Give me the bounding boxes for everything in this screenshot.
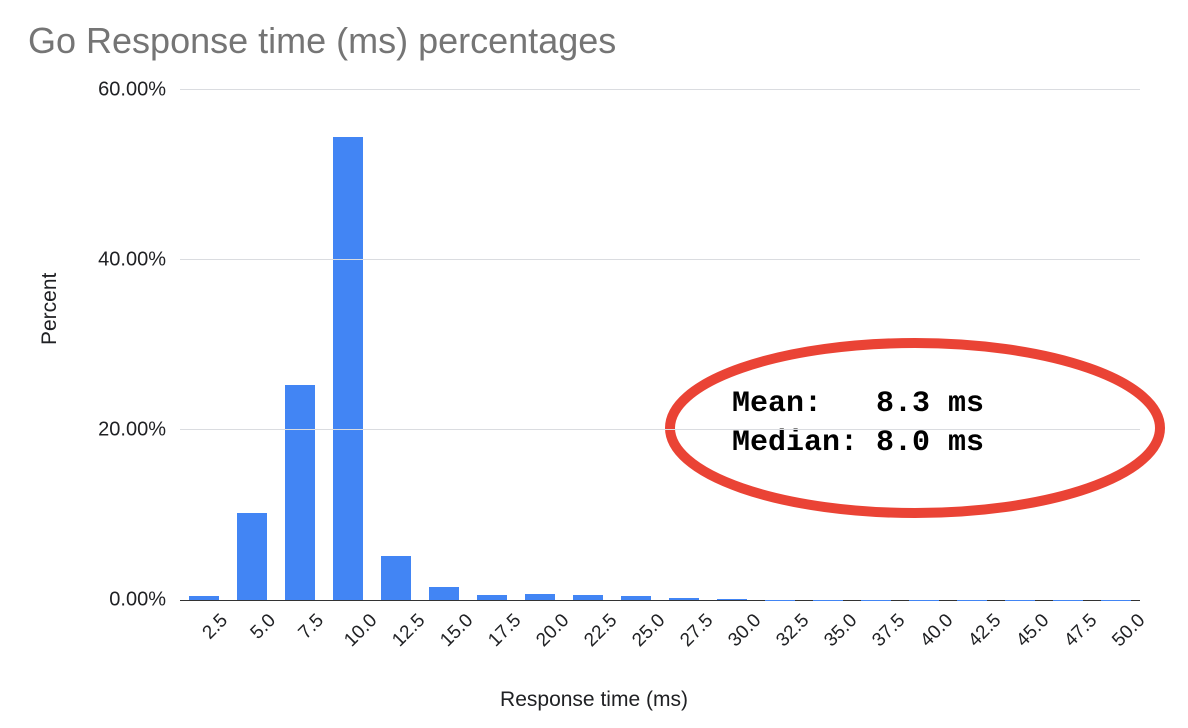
bars-group <box>180 90 1140 600</box>
x-label-slot: 35.0 <box>804 604 852 674</box>
bar-slot <box>756 90 804 600</box>
y-tick-label: 60.00% <box>98 79 166 102</box>
bar <box>333 137 364 600</box>
y-tick-label: 0.00% <box>109 589 166 612</box>
bar-slot <box>180 90 228 600</box>
x-tick-label: 50.0 <box>1108 610 1150 652</box>
chart-container: Go Response time (ms) percentages Mean: … <box>0 0 1188 728</box>
bar-slot <box>516 90 564 600</box>
gridline <box>180 429 1140 430</box>
x-label-slot: 5.0 <box>228 604 276 674</box>
x-label-slot: 17.5 <box>468 604 516 674</box>
bar <box>237 513 268 600</box>
bar <box>573 595 604 600</box>
gridline <box>180 259 1140 260</box>
bar-slot <box>900 90 948 600</box>
x-label-slot: 37.5 <box>852 604 900 674</box>
bar-slot <box>1092 90 1140 600</box>
chart-title: Go Response time (ms) percentages <box>28 20 616 62</box>
x-tick-labels: 2.55.07.510.012.515.017.520.022.525.027.… <box>180 604 1140 674</box>
x-label-slot: 32.5 <box>756 604 804 674</box>
x-label-slot: 40.0 <box>900 604 948 674</box>
bar <box>381 556 412 600</box>
x-label-slot: 27.5 <box>660 604 708 674</box>
x-label-slot: 12.5 <box>372 604 420 674</box>
bar-slot <box>804 90 852 600</box>
bar-slot <box>324 90 372 600</box>
bar-slot <box>1044 90 1092 600</box>
plot-area: Mean: 8.3 ms Median: 8.0 ms 0.00%20.00%4… <box>180 90 1140 601</box>
x-label-slot: 20.0 <box>516 604 564 674</box>
x-label-slot: 47.5 <box>1044 604 1092 674</box>
bar-slot <box>996 90 1044 600</box>
bar <box>189 596 220 600</box>
bar-slot <box>276 90 324 600</box>
y-axis-title: Percent <box>38 273 62 345</box>
bar-slot <box>660 90 708 600</box>
bar-slot <box>852 90 900 600</box>
bar-slot <box>468 90 516 600</box>
bar-slot <box>948 90 996 600</box>
bar-slot <box>420 90 468 600</box>
x-label-slot: 42.5 <box>948 604 996 674</box>
bar-slot <box>372 90 420 600</box>
bar-slot <box>228 90 276 600</box>
x-label-slot: 7.5 <box>276 604 324 674</box>
x-label-slot: 50.0 <box>1092 604 1140 674</box>
x-label-slot: 25.0 <box>612 604 660 674</box>
x-label-slot: 15.0 <box>420 604 468 674</box>
x-label-slot: 30.0 <box>708 604 756 674</box>
y-tick-label: 20.00% <box>98 419 166 442</box>
x-label-slot: 22.5 <box>564 604 612 674</box>
bar <box>621 596 652 600</box>
gridline <box>180 89 1140 90</box>
bar-slot <box>612 90 660 600</box>
x-label-slot: 10.0 <box>324 604 372 674</box>
y-tick-label: 40.00% <box>98 249 166 272</box>
bar <box>285 385 316 600</box>
x-axis-title: Response time (ms) <box>500 688 688 712</box>
bar <box>669 598 700 600</box>
x-label-slot: 2.5 <box>180 604 228 674</box>
bar <box>429 587 460 600</box>
bar <box>477 595 508 600</box>
bar-slot <box>708 90 756 600</box>
bar <box>717 599 748 600</box>
bar-slot <box>564 90 612 600</box>
bar <box>525 594 556 600</box>
x-label-slot: 45.0 <box>996 604 1044 674</box>
